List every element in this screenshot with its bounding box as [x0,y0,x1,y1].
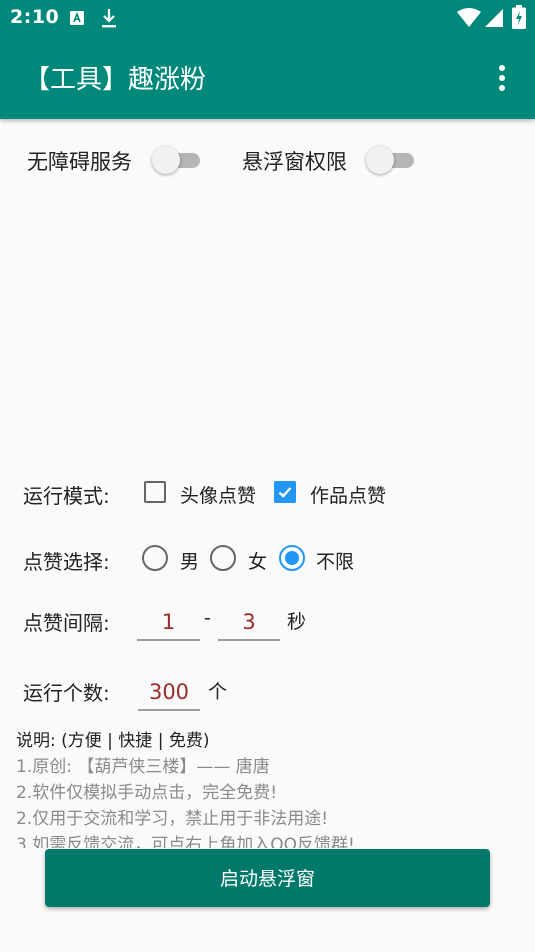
works-like-label[interactable]: 作品点赞 [310,481,386,508]
text-a-icon [70,11,84,25]
accessibility-service-label: 无障碍服务 [27,150,132,174]
more-vertical-icon[interactable] [488,60,516,96]
overlay-permission-switch[interactable] [366,145,418,175]
status-bar: 2:10 [0,0,535,38]
avatar-like-checkbox[interactable] [144,481,166,503]
switch-thumb [366,146,394,174]
interval-min-input[interactable] [137,605,200,641]
signal-icon [485,9,503,27]
interval-separator: - [204,607,211,629]
app-title: 【工具】趣涨粉 [24,65,207,95]
gender-female-radio[interactable] [210,545,236,571]
run-mode-label: 运行模式: [23,484,110,508]
notes-title: 说明: (方便 | 快捷 | 免费) [16,731,210,751]
gender-female-label[interactable]: 女 [248,547,267,574]
run-count-unit: 个 [208,681,228,703]
gender-any-label[interactable]: 不限 [316,547,354,574]
battery-icon [512,5,526,29]
interval-max-input[interactable] [218,605,280,641]
notes-section: 说明: (方便 | 快捷 | 免费) 1.原创: 【葫芦侠三楼】—— 唐唐 2.… [16,728,521,848]
run-count-label: 运行个数: [23,681,110,705]
switch-thumb [152,146,180,174]
wifi-icon [457,8,481,27]
status-time: 2:10 [10,6,60,28]
note-line: 3.如需反馈交流，可点右上角加入QQ反馈群! [16,835,355,848]
start-overlay-button[interactable]: 启动悬浮窗 [45,849,490,907]
interval-unit: 秒 [287,611,307,633]
gender-male-label[interactable]: 男 [180,547,199,574]
gender-any-radio[interactable] [279,545,305,571]
app-bar: 【工具】趣涨粉 [0,38,535,119]
checkmark-icon [278,487,292,498]
like-choice-label: 点赞选择: [23,550,110,574]
avatar-like-label[interactable]: 头像点赞 [180,481,256,508]
download-icon [102,9,116,28]
run-count-input[interactable] [138,675,200,711]
note-line: 1.原创: 【葫芦侠三楼】—— 唐唐 [16,757,270,777]
overlay-permission-label: 悬浮窗权限 [242,150,347,174]
note-line: 2.仅用于交流和学习，禁止用于非法用途! [16,809,329,829]
gender-male-radio[interactable] [142,545,168,571]
accessibility-service-switch[interactable] [152,145,204,175]
like-interval-label: 点赞间隔: [23,611,110,635]
works-like-checkbox[interactable] [274,481,296,503]
note-line: 2.软件仅模拟手动点击，完全免费! [16,783,278,803]
